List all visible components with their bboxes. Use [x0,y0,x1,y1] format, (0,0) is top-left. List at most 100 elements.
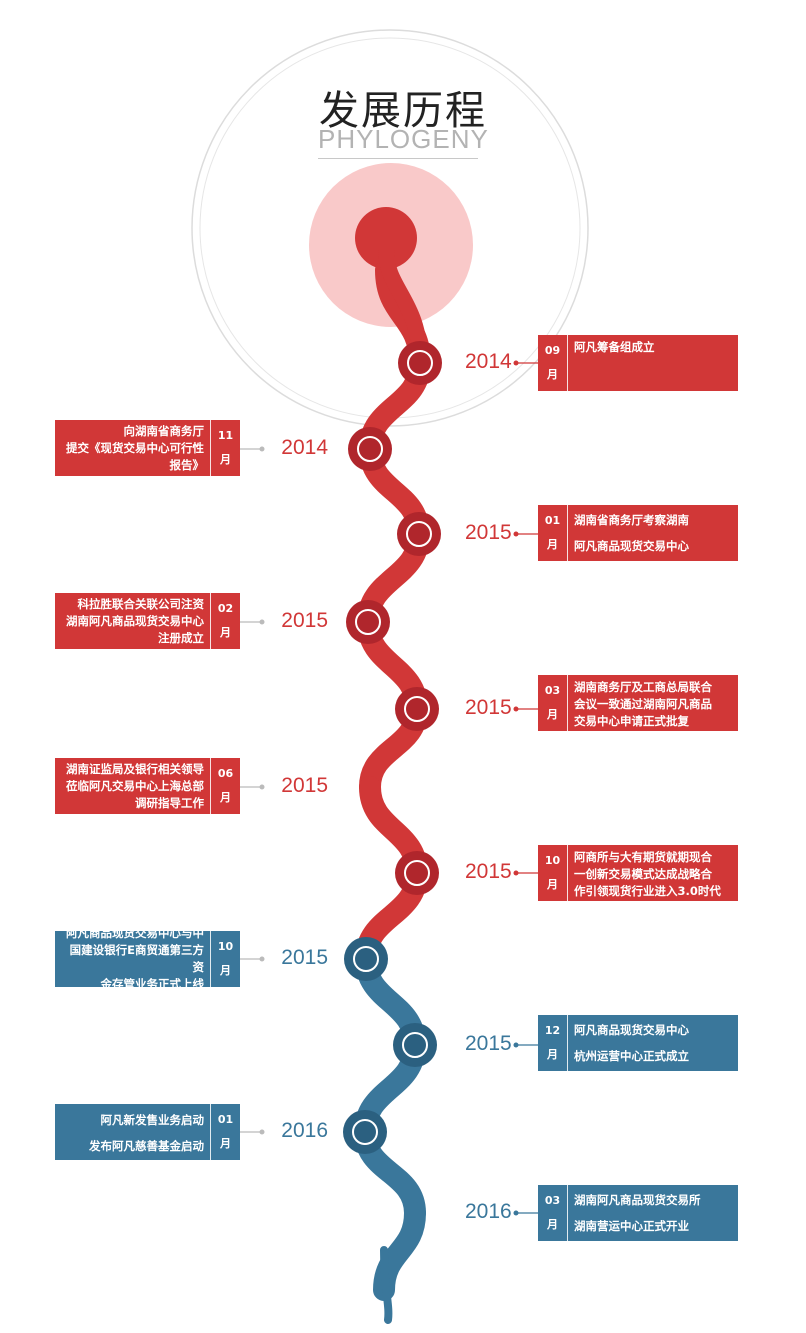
event-month-number: 06 [217,767,234,780]
event-description-line: 阿凡商品现货交易中心 [574,539,689,553]
event-description-line: 阿凡新发售业务启动 [100,1113,205,1127]
event-description-line: 杭州运营中心正式成立 [574,1049,689,1063]
event-card: 01 月 湖南省商务厅考察湖南 阿凡商品现货交易中心 [538,505,738,561]
event-month-unit: 月 [220,791,231,804]
event-description: 阿凡商品现货交易中心与中国建设银行E商贸通第三方资金存管业务正式上线 [55,926,210,991]
timeline-node [395,851,439,895]
event-description: 阿商所与大有期货就期现合 一创新交易模式达成战略合 作引领现货行业进入3.0时代 [568,845,738,901]
event-month-unit: 月 [547,368,558,381]
event-year: 2016 [465,1200,512,1223]
event-month-unit: 月 [547,1218,558,1231]
event-year: 2015 [465,521,512,544]
event-month: 10 月 [538,845,567,901]
event-year: 2015 [281,946,328,969]
event-description-line: 一创新交易模式达成战略合 [574,867,712,881]
event-description-line: 科拉胜联合关联公司注资 [77,596,205,611]
event-month: 01 月 [211,1104,240,1160]
event-description-line: 会议一致通过湖南阿凡商品 [574,697,712,711]
event-month: 06 月 [211,758,240,814]
event-description-line: 交易中心申请正式批复 [574,714,689,728]
event-month-number: 12 [544,1024,561,1037]
event-description-line: 向湖南省商务厅 [123,423,205,438]
event-description: 湖南商务厅及工商总局联合 会议一致通过湖南阿凡商品 交易中心申请正式批复 [568,675,738,731]
event-month: 02 月 [211,593,240,649]
event-card: 湖南证监局及银行相关领导 莅临阿凡交易中心上海总部调研指导工作 06 月 [55,758,240,814]
event-description-line: 报告》 [169,457,205,472]
event-month-number: 11 [217,429,234,442]
timeline-node [346,600,390,644]
event-description-line: 湖南证监局及银行相关领导 [66,761,204,776]
event-month-number: 02 [217,602,234,615]
event-description-line: 注册成立 [158,630,204,645]
event-year: 2016 [281,1119,328,1142]
page-subtitle: PHYLOGENY [318,124,488,159]
event-description: 阿凡筹备组成立 [568,335,738,391]
event-month-number: 03 [544,684,561,697]
event-card: 12 月阿凡商品现货交易中心 杭州运营中心正式成立 [538,1015,738,1071]
event-card: 09 月 阿凡筹备组成立 [538,335,738,391]
event-month-number: 01 [544,514,561,527]
event-month-unit: 月 [547,538,558,551]
event-description-line: 湖南营运中心正式开业 [574,1219,689,1233]
event-card: 阿凡新发售业务启动发布阿凡慈善基金启动 01 月 [55,1104,240,1160]
event-description-line: 阿凡商品现货交易中心 [574,1023,689,1037]
event-description-line: 国建设银行E商贸通第三方资 [69,943,204,974]
timeline-node [344,937,388,981]
event-month-unit: 月 [220,1137,231,1150]
event-year: 2015 [281,609,328,632]
event-month: 03 月 [538,675,567,731]
event-description: 阿凡新发售业务启动发布阿凡慈善基金启动 [55,1104,210,1160]
event-year: 2015 [465,1032,512,1055]
event-month: 10 月 [211,931,240,987]
timeline-node [397,512,441,556]
event-description-line: 莅临阿凡交易中心上海总部 [66,778,204,793]
timeline-stage: 发展历程 PHYLOGENY 2014 09 月阿凡筹备组成立 2014 向湖南省商务厅… [0,0,806,1333]
event-description-line: 湖南商务厅及工商总局联合 [574,680,712,694]
event-month-unit: 月 [220,626,231,639]
event-month-number: 03 [544,1194,561,1207]
event-month-unit: 月 [220,964,231,977]
event-description-line: 作引领现货行业进入3.0时代 [574,884,721,898]
timeline-node [395,687,439,731]
event-description: 阿凡商品现货交易中心 杭州运营中心正式成立 [568,1015,738,1071]
event-card: 阿凡商品现货交易中心与中国建设银行E商贸通第三方资金存管业务正式上线 10 月 [55,926,240,991]
event-description-line: 金存管业务正式上线 [100,977,205,991]
event-month-number: 01 [217,1113,234,1126]
event-description-line: 湖南省商务厅考察湖南 [574,513,689,527]
event-month: 01 月 [538,505,567,561]
event-year: 2015 [465,696,512,719]
event-month-unit: 月 [547,1048,558,1061]
event-month: 03 月 [538,1185,567,1241]
timeline-node [393,1023,437,1067]
event-card: 10 月阿商所与大有期货就期现合 一创新交易模式达成战略合 作引领现货行业进入3.0时… [538,845,738,901]
event-month-number: 10 [544,854,561,867]
event-description: 湖南证监局及银行相关领导 莅临阿凡交易中心上海总部调研指导工作 [55,758,210,814]
event-description-line: 湖南阿凡商品现货交易中心 [66,613,204,628]
event-description-line: 阿凡筹备组成立 [574,340,655,354]
event-month-number: 10 [217,940,234,953]
event-year: 2014 [465,350,512,373]
event-card: 向湖南省商务厅提交《现货交易中心可行性报告》 11 月 [55,420,240,476]
event-month: 11 月 [211,420,240,476]
event-year: 2015 [465,860,512,883]
event-month: 12 月 [538,1015,567,1071]
event-month-unit: 月 [220,453,231,466]
event-description-line: 调研指导工作 [135,795,204,810]
event-year: 2015 [281,774,328,797]
timeline-node [348,427,392,471]
event-card: 03 月湖南商务厅及工商总局联合 会议一致通过湖南阿凡商品 交易中心申请正式批复 [538,675,738,731]
timeline-node [398,341,442,385]
event-description-line: 阿凡商品现货交易中心与中 [66,926,204,940]
event-description-line: 湖南阿凡商品现货交易所 [574,1193,701,1207]
event-month-unit: 月 [547,878,558,891]
event-description-line: 发布阿凡慈善基金启动 [89,1139,204,1153]
event-description-line: 阿商所与大有期货就期现合 [574,850,712,864]
ribbon-tail [380,1246,393,1324]
timeline-node [343,1110,387,1154]
event-description: 湖南阿凡商品现货交易所 湖南营运中心正式开业 [568,1185,738,1241]
event-month-number: 09 [544,344,561,357]
event-card: 03 月湖南阿凡商品现货交易所 湖南营运中心正式开业 [538,1185,738,1241]
event-description-line: 提交《现货交易中心可行性 [66,440,204,455]
event-description: 向湖南省商务厅提交《现货交易中心可行性报告》 [55,420,210,476]
event-month: 09 月 [538,335,567,391]
